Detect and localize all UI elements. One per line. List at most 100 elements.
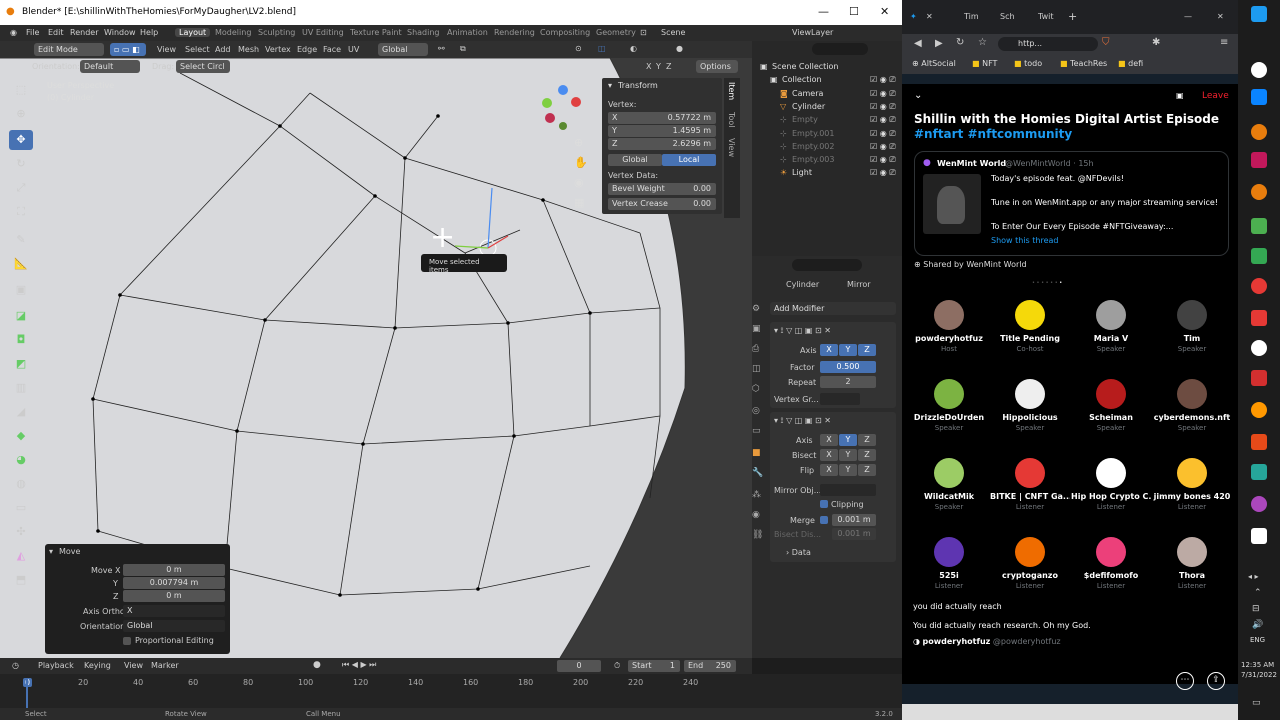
tab-3[interactable]: Twit <box>1038 12 1053 21</box>
repeat-field[interactable]: 2 <box>820 376 876 388</box>
axis-ortho-dropdown[interactable]: X <box>123 605 225 617</box>
show-thread-link[interactable]: Show this thread <box>991 236 1059 245</box>
flip-x[interactable]: X <box>820 464 838 476</box>
share-button[interactable]: ⇪ <box>1207 672 1225 690</box>
taskbar-twitter-icon[interactable] <box>1251 6 1267 22</box>
world-props-icon[interactable]: ◎ <box>752 406 760 416</box>
speaker-avatar[interactable] <box>1177 300 1207 330</box>
tab-item[interactable]: Item <box>727 82 736 100</box>
speaker-avatar[interactable] <box>1015 300 1045 330</box>
select-mode-buttons[interactable]: ▫ ▭ ◧ <box>110 43 146 56</box>
zoom-icon[interactable]: ⊕ <box>574 136 583 149</box>
particles-props-icon[interactable]: ⁂ <box>752 490 761 500</box>
vertex-z-field[interactable]: Z 2.6296 m <box>608 138 716 150</box>
speaker-card[interactable]: Scheiman Speaker <box>1071 379 1151 432</box>
local-toggle[interactable]: Local <box>662 154 716 166</box>
visibility-toggles[interactable]: ☑ ◉ ⎚ <box>870 142 896 152</box>
options-dropdown[interactable]: Options <box>696 60 738 73</box>
clock-time[interactable]: 12:35 AM <box>1241 661 1274 669</box>
speaker-avatar[interactable] <box>1096 300 1126 330</box>
move-y-field[interactable]: 0.007794 m <box>123 577 225 589</box>
axis-z-toggle[interactable]: Z <box>666 62 671 71</box>
add-modifier-dropdown[interactable]: Add Modifier <box>770 302 896 315</box>
outliner-item[interactable]: ⊹ Empty ☑ ◉ ⎚ <box>752 113 902 126</box>
bookmark-teachres[interactable]: ■ TeachRes <box>1060 59 1107 68</box>
speaker-avatar[interactable] <box>1177 537 1207 567</box>
taskbar-orange-icon[interactable] <box>1251 434 1267 450</box>
spin-tool-icon[interactable]: ◕ <box>9 450 33 470</box>
taskbar-blender-icon[interactable] <box>1251 124 1267 140</box>
back-icon[interactable]: ◀ <box>914 38 922 49</box>
menu-timeline-view[interactable]: View <box>124 661 143 670</box>
move-z-field[interactable]: 0 m <box>123 590 225 602</box>
speaker-card[interactable]: Maria V Speaker <box>1071 300 1151 353</box>
xray-icon[interactable]: ◫ <box>598 44 606 53</box>
axis-y-toggle[interactable]: Y <box>656 62 661 71</box>
move-x-field[interactable]: 0 m <box>123 564 225 576</box>
physics-props-icon[interactable]: ◉ <box>752 510 760 520</box>
loop-cut-tool-icon[interactable]: ▥ <box>9 378 33 398</box>
header-menu-select[interactable]: Select <box>185 45 210 54</box>
rip-tool-icon[interactable]: ⬒ <box>9 570 33 590</box>
header-menu-view[interactable]: View <box>157 45 176 54</box>
taskbar-youtube-icon[interactable] <box>1251 278 1267 294</box>
taskbar-chrome-icon[interactable] <box>1251 62 1267 78</box>
visibility-toggles[interactable]: ☑ ◉ ⎚ <box>870 115 896 125</box>
taskbar-fire-icon[interactable] <box>1251 402 1267 418</box>
viewport-shading-icon[interactable]: ◐ <box>630 44 637 53</box>
mod1-axis-y[interactable]: Y <box>839 344 857 356</box>
bisect-x[interactable]: X <box>820 449 838 461</box>
timeline-area[interactable]: 020406080100120140160180200220240 <box>0 674 902 708</box>
collection-props-icon[interactable]: ▭ <box>752 426 761 436</box>
menu-file[interactable]: File <box>26 28 39 37</box>
output-props-icon[interactable]: ⎙ <box>752 344 759 354</box>
header-menu-uv[interactable]: UV <box>348 45 359 54</box>
vertex-y-field[interactable]: Y 1.4595 m <box>608 125 716 137</box>
tab-1[interactable]: Tim <box>964 12 979 21</box>
network-icon[interactable]: ⊟ <box>1252 604 1260 614</box>
mod1-collapse-icon[interactable]: ▾ ⟟ ▽ ◫ ▣ ⊡ ✕ <box>774 326 831 336</box>
global-toggle[interactable]: Global <box>608 154 662 166</box>
start-frame-field[interactable]: Start 1 <box>628 660 680 672</box>
speaker-avatar[interactable] <box>1096 537 1126 567</box>
speaker-card[interactable]: $defifomofo Listener <box>1071 537 1151 590</box>
merge-checkbox[interactable] <box>820 516 828 524</box>
object-props-icon[interactable]: ■ <box>752 448 761 458</box>
render-props-icon[interactable]: ▣ <box>752 324 761 334</box>
tab-geometry[interactable]: Geometry <box>596 28 636 37</box>
bevel-weight-field[interactable]: Bevel Weight 0.00 <box>608 183 716 195</box>
scene-props-icon[interactable]: ⬡ <box>752 384 760 394</box>
scale-tool-icon[interactable]: ⤢ <box>9 178 33 198</box>
tab-rendering[interactable]: Rendering <box>494 28 535 37</box>
taskbar-white-icon[interactable] <box>1251 340 1267 356</box>
taskbar-voice-icon[interactable] <box>1251 370 1267 386</box>
taskbar-teal-icon[interactable] <box>1251 464 1267 480</box>
bisect-z[interactable]: Z <box>858 449 876 461</box>
bookmark-todo[interactable]: ■ todo <box>1014 59 1042 68</box>
volume-icon[interactable]: 🔊 <box>1252 620 1263 630</box>
tab-uv-editing[interactable]: UV Editing <box>302 28 344 37</box>
data-subpanel[interactable]: › Data <box>786 548 811 557</box>
outliner-item[interactable]: ⊹ Empty.001 ☑ ◉ ⎚ <box>752 127 902 140</box>
orientation-op-dropdown[interactable]: Global <box>123 620 225 632</box>
add-cube-tool-icon[interactable]: ▣ <box>9 280 33 300</box>
speaker-avatar[interactable] <box>1096 458 1126 488</box>
speaker-avatar[interactable] <box>934 458 964 488</box>
op-collapse-icon[interactable]: ▾ <box>49 547 53 556</box>
shrink-tool-icon[interactable]: ✣ <box>9 522 33 542</box>
browser-close[interactable]: ✕ <box>1217 12 1224 21</box>
tab-layout[interactable]: Layout <box>175 28 211 37</box>
header-menu-vertex[interactable]: Vertex <box>265 45 291 54</box>
collapse-space-icon[interactable]: ⌄ <box>914 90 922 101</box>
playback-controls[interactable]: ⏮ ◀ ▶ ⏭ <box>342 660 376 670</box>
select-box-tool-icon[interactable]: ⬚ <box>9 80 33 100</box>
overlay-icon[interactable]: ⊙ <box>575 44 582 53</box>
cursor-tool-icon[interactable]: ⊕ <box>9 104 33 124</box>
speaker-card[interactable]: powderyhotfuz Host <box>909 300 989 353</box>
knife-tool-icon[interactable]: ◢ <box>9 402 33 422</box>
clipping-checkbox[interactable] <box>820 500 828 508</box>
speaker-avatar[interactable] <box>934 379 964 409</box>
menu-help[interactable]: Help <box>140 28 158 37</box>
mod2-axis-y[interactable]: Y <box>839 434 857 446</box>
close-button[interactable]: ✕ <box>880 5 889 18</box>
